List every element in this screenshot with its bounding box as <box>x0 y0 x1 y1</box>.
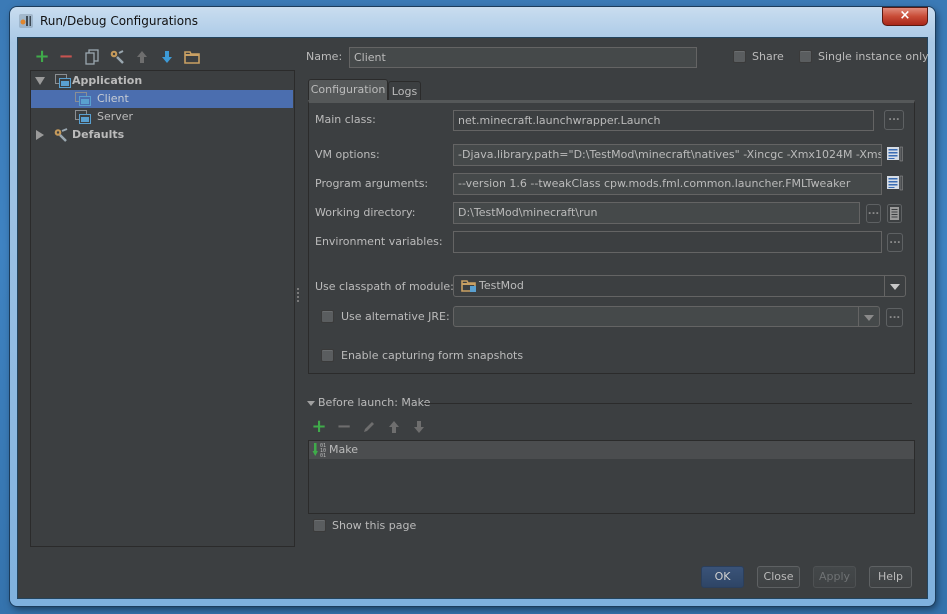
add-icon[interactable]: + <box>34 48 50 66</box>
working-dir-label: Working directory: <box>315 206 416 219</box>
name-input[interactable]: Client <box>349 47 697 68</box>
edit-task-icon[interactable] <box>361 419 377 435</box>
remove-task-icon[interactable]: − <box>336 418 352 436</box>
env-vars-browse-button[interactable]: ... <box>887 233 903 252</box>
before-launch-separator <box>423 403 912 404</box>
edit-defaults-icon[interactable] <box>109 49 125 65</box>
classpath-label: Use classpath of module: <box>315 280 454 293</box>
collapse-arrow-icon[interactable] <box>36 130 44 140</box>
show-page-checkbox[interactable] <box>313 519 326 532</box>
tree-item-label: Client <box>97 92 129 105</box>
window-title: Run/Debug Configurations <box>40 14 198 28</box>
alt-jre-checkbox[interactable] <box>321 310 334 323</box>
main-class-browse-button[interactable]: ... <box>884 110 904 130</box>
alt-jre-label: Use alternative JRE: <box>341 310 450 323</box>
snapshots-label: Enable capturing form snapshots <box>341 349 524 362</box>
before-launch-title[interactable]: Before launch: Make <box>318 396 430 409</box>
tree-item-label: Defaults <box>72 128 125 141</box>
application-icon <box>75 110 91 124</box>
chevron-down-icon[interactable] <box>858 307 879 326</box>
move-up-icon[interactable] <box>134 49 150 65</box>
tab-logs[interactable]: Logs <box>388 81 421 100</box>
intellij-idea-icon <box>19 14 33 28</box>
snapshots-checkbox[interactable] <box>321 349 334 362</box>
chevron-down-icon[interactable] <box>884 276 905 296</box>
title-bar[interactable]: Run/Debug Configurations × <box>10 7 935 37</box>
add-task-icon[interactable]: + <box>311 418 327 436</box>
env-vars-label: Environment variables: <box>315 235 443 248</box>
list-item[interactable]: 01 10 01 Make <box>309 441 914 459</box>
tree-item-label: Application <box>72 74 143 87</box>
close-icon: × <box>899 8 911 23</box>
close-button[interactable]: Close <box>757 566 800 588</box>
help-button[interactable]: Help <box>869 566 912 588</box>
show-page-label: Show this page <box>332 519 417 532</box>
svg-text:01: 01 <box>320 453 326 458</box>
single-instance-checkbox[interactable] <box>799 50 812 63</box>
ok-button[interactable]: OK <box>701 566 744 588</box>
tree-item-label: Server <box>97 110 134 123</box>
single-instance-label: Single instance only <box>818 50 929 63</box>
classpath-module-select[interactable]: TestMod <box>453 275 906 297</box>
application-icon <box>55 74 71 88</box>
module-folder-icon <box>461 280 476 292</box>
copy-icon[interactable] <box>84 49 100 65</box>
task-up-icon[interactable] <box>386 419 402 435</box>
tree-item-client[interactable]: Client <box>31 90 293 108</box>
tree-item-server[interactable]: Server <box>31 108 293 126</box>
share-checkbox[interactable] <box>733 50 746 63</box>
classpath-module-value: TestMod <box>479 279 524 292</box>
tree-item-defaults[interactable]: Defaults <box>31 126 293 144</box>
main-class-input[interactable]: net.minecraft.launchwrapper.Launch <box>453 110 874 131</box>
make-icon: 01 10 01 <box>312 443 326 458</box>
alt-jre-select[interactable] <box>453 306 880 327</box>
before-launch-collapse-icon[interactable] <box>307 401 315 406</box>
configurations-tree: Application Client Server Defaults <box>30 70 295 547</box>
vm-options-label: VM options: <box>315 148 380 161</box>
macro-icon[interactable] <box>887 204 902 223</box>
tree-item-application[interactable]: Application <box>31 72 293 90</box>
expand-editor-icon[interactable] <box>887 175 903 191</box>
main-class-label: Main class: <box>315 113 376 126</box>
program-args-label: Program arguments: <box>315 177 429 190</box>
wrench-icon <box>54 128 68 142</box>
name-label: Name: <box>306 50 343 63</box>
application-icon <box>75 92 91 106</box>
task-label: Make <box>329 443 358 456</box>
folder-icon[interactable] <box>184 49 200 65</box>
vm-options-input[interactable]: -Djava.library.path="D:\TestMod\minecraf… <box>453 144 882 166</box>
alt-jre-browse-button[interactable]: ... <box>886 308 903 327</box>
expand-editor-icon[interactable] <box>887 146 903 162</box>
task-down-icon[interactable] <box>411 419 427 435</box>
splitter-handle[interactable] <box>297 288 301 302</box>
move-down-icon[interactable] <box>159 49 175 65</box>
env-vars-input[interactable] <box>453 231 882 253</box>
window-close-button[interactable]: × <box>882 7 928 26</box>
apply-button: Apply <box>813 566 856 588</box>
remove-icon[interactable]: − <box>58 48 74 66</box>
share-label: Share <box>752 50 784 63</box>
before-launch-task-list: 01 10 01 Make <box>308 440 915 514</box>
expand-arrow-icon[interactable] <box>35 77 45 85</box>
working-dir-browse-button[interactable]: ... <box>866 204 881 223</box>
working-dir-input[interactable]: D:\TestMod\minecraft\run <box>453 202 860 224</box>
tab-configuration[interactable]: Configuration <box>308 79 388 100</box>
program-args-input[interactable]: --version 1.6 --tweakClass cpw.mods.fml.… <box>453 173 882 195</box>
